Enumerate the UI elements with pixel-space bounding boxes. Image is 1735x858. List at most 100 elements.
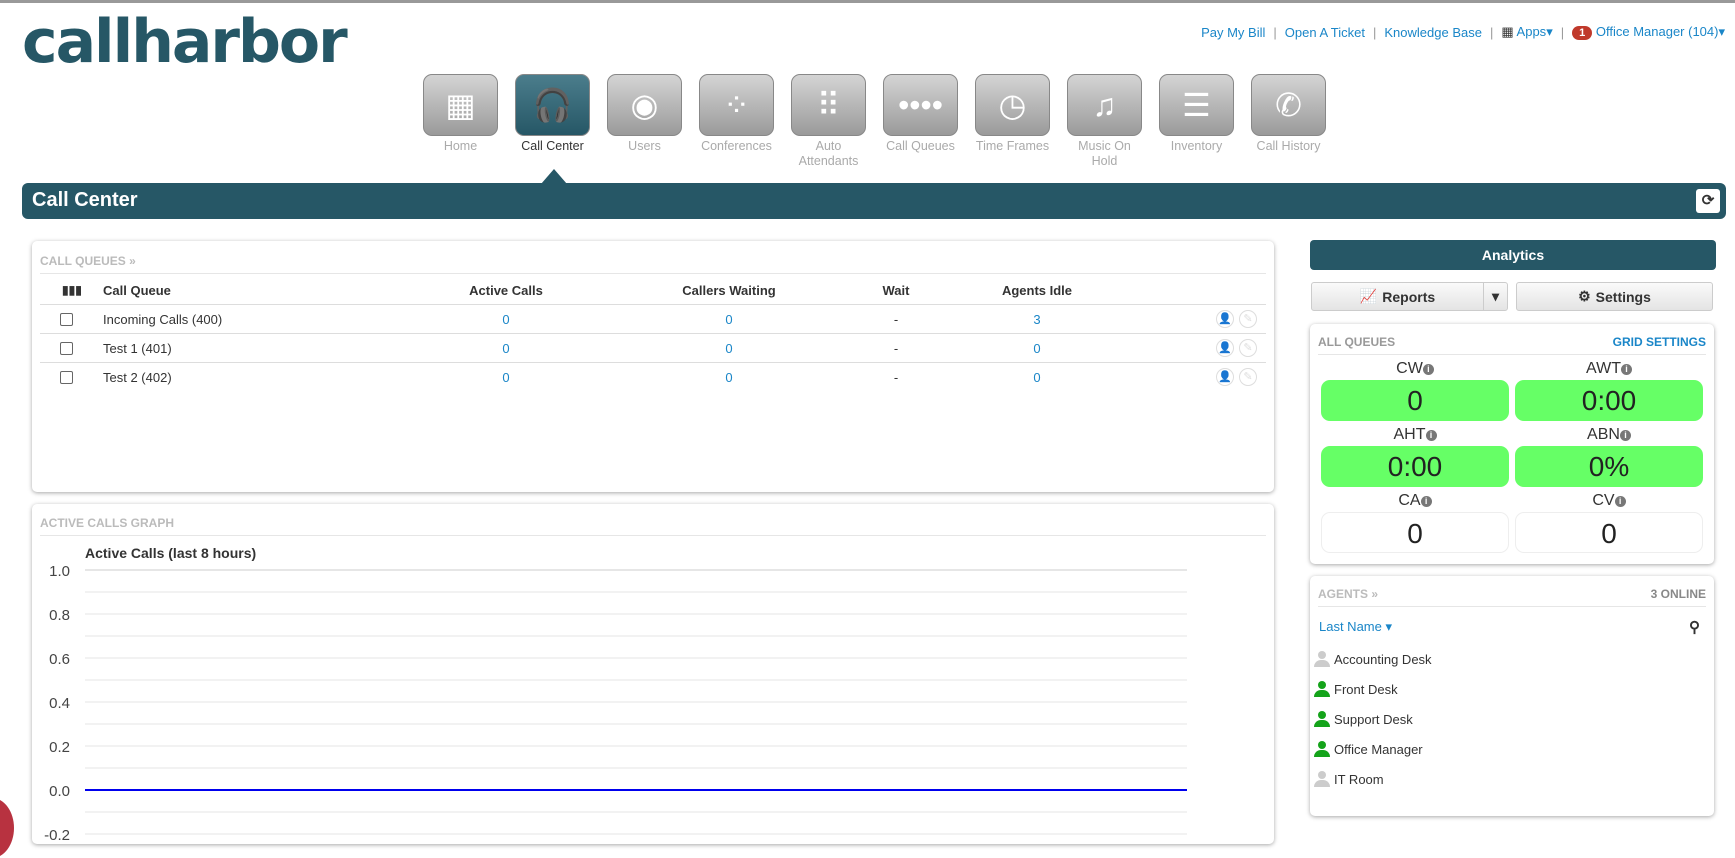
sort-last-name-dropdown[interactable]: Last Name ▾ xyxy=(1319,619,1392,635)
agent-name: Support Desk xyxy=(1334,711,1413,727)
info-icon[interactable]: i xyxy=(1620,364,1632,375)
reports-dropdown-toggle[interactable]: ▾ xyxy=(1483,282,1508,311)
metric-label: CW i xyxy=(1321,360,1509,378)
main-nav: ▦ Home 🎧 Call Center ◉ Users ⁘ Conferences ⠿ Auto… xyxy=(423,74,1326,169)
nav-conferences[interactable]: ⁘ Conferences xyxy=(699,74,774,169)
apps-menu[interactable]: ▦ Apps▾ xyxy=(1501,24,1552,40)
cell-active[interactable]: 0 xyxy=(436,341,576,356)
refresh-button[interactable]: ⟳ xyxy=(1696,189,1720,213)
keypad-icon: ⠿ xyxy=(791,74,866,136)
nav-inventory[interactable]: ☰ Inventory xyxy=(1159,74,1234,169)
pay-my-bill-link[interactable]: Pay My Bill xyxy=(1201,25,1265,40)
metric-label: CV i xyxy=(1515,492,1703,510)
cell-active[interactable]: 0 xyxy=(436,370,576,385)
user-icon[interactable]: 👤 xyxy=(1216,310,1234,328)
user-menu[interactable]: 1 Office Manager (104)▾ xyxy=(1572,24,1725,40)
nav-call-queues[interactable]: •••• Call Queues xyxy=(883,74,958,169)
nav-call-history[interactable]: ✆ Call History xyxy=(1251,74,1326,169)
info-icon[interactable]: i xyxy=(1425,430,1437,441)
nav-users[interactable]: ◉ Users xyxy=(607,74,682,169)
nav-label: Home xyxy=(443,139,478,153)
col-callers-waiting[interactable]: Callers Waiting xyxy=(659,283,799,298)
queue-row: Test 1 (401) 0 0 - 0 👤 ✎ xyxy=(40,333,1266,362)
grid-settings-link[interactable]: GRID SETTINGS xyxy=(1613,335,1706,349)
list-icon: ☰ xyxy=(1159,74,1234,136)
agent-item[interactable]: IT Room xyxy=(1314,771,1384,787)
metric-tile: 0% xyxy=(1515,446,1703,487)
callharbor-logo[interactable]: callharbor xyxy=(22,12,348,72)
col-wait[interactable]: Wait xyxy=(826,283,966,298)
notification-badge[interactable]: 1 xyxy=(1572,26,1593,40)
cell-waiting[interactable]: 0 xyxy=(659,341,799,356)
nav-call-center[interactable]: 🎧 Call Center xyxy=(515,74,590,169)
metric-name: CA xyxy=(1398,492,1421,509)
chat-widget-button[interactable] xyxy=(0,798,14,858)
nav-home[interactable]: ▦ Home xyxy=(423,74,498,169)
queue-checkbox[interactable] xyxy=(60,342,73,355)
line-chart-icon: 📈 xyxy=(1359,288,1378,304)
nav-time-frames[interactable]: ◷ Time Frames xyxy=(975,74,1050,169)
edit-pencil-icon[interactable]: ✎ xyxy=(1239,368,1257,386)
call-queues-title[interactable]: CALL QUEUES » xyxy=(40,254,1266,274)
metric-tile: 0:00 xyxy=(1321,446,1509,487)
metric-label: ABN i xyxy=(1515,426,1703,444)
metric-name: AWT xyxy=(1586,360,1621,377)
agent-item[interactable]: Accounting Desk xyxy=(1314,651,1432,667)
metric-name: CV xyxy=(1592,492,1615,509)
search-icon[interactable]: ⚲ xyxy=(1689,618,1700,636)
agent-item[interactable]: Support Desk xyxy=(1314,711,1413,727)
edit-pencil-icon[interactable]: ✎ xyxy=(1239,310,1257,328)
cell-active[interactable]: 0 xyxy=(436,312,576,327)
settings-label: Settings xyxy=(1595,288,1651,305)
settings-button[interactable]: ⚙ Settings xyxy=(1516,282,1713,311)
knowledge-base-link[interactable]: Knowledge Base xyxy=(1384,25,1482,40)
agent-name: IT Room xyxy=(1334,771,1384,787)
cell-idle[interactable]: 0 xyxy=(967,341,1107,356)
nav-music-on-hold[interactable]: ♫ Music On Hold xyxy=(1067,74,1142,169)
nav-auto-attendants[interactable]: ⠿ Auto Attendants xyxy=(791,74,866,169)
info-icon[interactable]: i xyxy=(1619,430,1631,441)
conference-icon: ⁘ xyxy=(699,74,774,136)
metric-tile: 0:00 xyxy=(1515,380,1703,421)
bar-chart-icon[interactable]: ▮▮▮ xyxy=(62,283,82,297)
open-ticket-link[interactable]: Open A Ticket xyxy=(1285,25,1365,40)
agent-online-icon xyxy=(1314,741,1330,757)
agent-name: Office Manager xyxy=(1334,741,1423,757)
col-agents-idle[interactable]: Agents Idle xyxy=(967,283,1107,298)
queue-row: Incoming Calls (400) 0 0 - 3 👤 ✎ xyxy=(40,304,1266,333)
cell-idle[interactable]: 0 xyxy=(967,370,1107,385)
nav-label: Time Frames xyxy=(975,139,1050,153)
queue-checkbox[interactable] xyxy=(60,313,73,326)
cell-waiting[interactable]: 0 xyxy=(659,312,799,327)
y-tick-label: 0.2 xyxy=(49,739,70,756)
headset-icon: 🎧 xyxy=(515,74,590,136)
user-icon[interactable]: 👤 xyxy=(1216,339,1234,357)
agents-title[interactable]: AGENTS » xyxy=(1318,587,1706,607)
metric-name: ABN xyxy=(1587,426,1620,443)
edit-pencil-icon[interactable]: ✎ xyxy=(1239,339,1257,357)
reports-button[interactable]: 📈 Reports xyxy=(1311,282,1484,311)
col-call-queue[interactable]: Call Queue xyxy=(103,283,171,298)
user-icon[interactable]: 👤 xyxy=(1216,368,1234,386)
cell-wait: - xyxy=(893,341,899,356)
nav-label: Music On Hold xyxy=(1078,139,1131,168)
analytics-header: Analytics xyxy=(1310,240,1716,270)
cell-waiting[interactable]: 0 xyxy=(659,370,799,385)
cell-idle[interactable]: 3 xyxy=(967,312,1107,327)
agent-item[interactable]: Front Desk xyxy=(1314,681,1398,697)
chart-title: Active Calls (last 8 hours) xyxy=(85,545,256,561)
info-icon[interactable]: i xyxy=(1614,496,1626,507)
agent-item[interactable]: Office Manager xyxy=(1314,741,1423,757)
cell-name: Test 1 (401) xyxy=(103,341,172,356)
info-icon[interactable]: i xyxy=(1420,496,1432,507)
nav-label: Inventory xyxy=(1170,139,1223,153)
queue-checkbox[interactable] xyxy=(60,371,73,384)
users-icon: ◉ xyxy=(607,74,682,136)
user-label: Office Manager (104) xyxy=(1595,24,1719,39)
metric-name: CW xyxy=(1396,360,1423,377)
col-active-calls[interactable]: Active Calls xyxy=(436,283,576,298)
metric-name: AHT xyxy=(1393,426,1426,443)
agent-name: Accounting Desk xyxy=(1334,651,1432,667)
call-queues-panel: CALL QUEUES » ▮▮▮ Call Queue Active Call… xyxy=(32,241,1274,492)
info-icon[interactable]: i xyxy=(1422,364,1434,375)
